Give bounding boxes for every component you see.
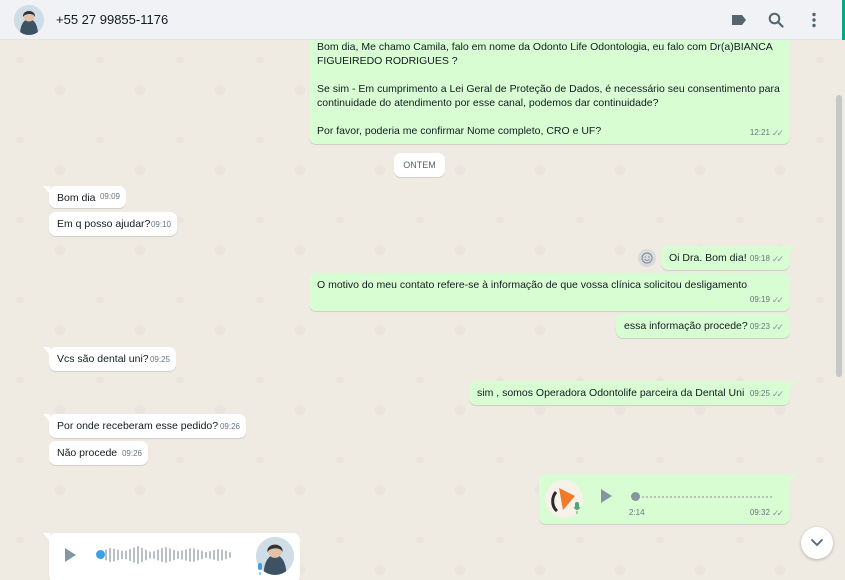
message-in[interactable]: Vcs são dental uni? 09:25 <box>43 347 176 371</box>
contact-name[interactable]: +55 27 99855-1176 <box>56 12 168 27</box>
voice-progress-handle[interactable] <box>96 550 105 559</box>
voice-progress-handle[interactable] <box>631 492 640 501</box>
scroll-to-bottom-button[interactable] <box>801 527 833 559</box>
message-in[interactable]: Bom dia 09:09 <box>43 186 126 208</box>
message-text: Vcs são dental uni? <box>57 353 149 365</box>
message-time: 09:25 <box>149 355 170 364</box>
day-divider: ONTEM <box>394 153 445 177</box>
voice-progress-track[interactable] <box>634 496 774 498</box>
message-time: 09:23 <box>749 322 770 331</box>
message-out[interactable]: Bom dia, Me chamo Camila, falo em nome d… <box>309 40 796 144</box>
message-out[interactable]: sim , somos Operadora Odontolife parceir… <box>469 381 796 405</box>
message-time: 09:18 <box>749 254 770 263</box>
message-time: 09:10 <box>150 220 171 229</box>
label-icon[interactable] <box>729 10 749 30</box>
message-text: Oi Dra. Bom dia! <box>669 252 747 264</box>
message-text: essa informação procede? <box>624 320 748 332</box>
message-text: Por onde receberam esse pedido? <box>57 420 219 432</box>
message-in[interactable]: Por onde receberam esse pedido? 09:26 <box>43 414 246 438</box>
play-button[interactable] <box>601 489 612 503</box>
double-check-icon: ✓✓ <box>771 254 784 264</box>
message-time: 09:09 <box>99 192 120 201</box>
contact-avatar[interactable] <box>14 5 44 35</box>
double-check-icon: ✓✓ <box>771 295 784 305</box>
voice-duration: 2:14 <box>629 508 645 517</box>
play-button[interactable] <box>65 548 76 562</box>
message-text: Bom dia, Me chamo Camila, falo em nome d… <box>317 41 780 137</box>
message-text: Bom dia <box>57 192 96 204</box>
message-time: 12:21 <box>749 128 770 137</box>
message-time: 09:26 <box>121 449 142 458</box>
voice-message-in[interactable] <box>43 533 300 580</box>
smiley-icon <box>641 252 653 264</box>
message-text: O motivo do meu contato refere-se à info… <box>317 279 748 291</box>
double-check-icon: ✓✓ <box>771 128 784 138</box>
menu-icon[interactable] <box>804 10 824 30</box>
chat-scrollbar[interactable] <box>836 95 842 377</box>
message-in[interactable]: Em q posso ajudar? 09:10 <box>49 212 177 236</box>
voice-waveform[interactable] <box>97 546 233 564</box>
message-time: 09:19 <box>749 295 770 304</box>
search-icon[interactable] <box>766 10 786 30</box>
chat-header: +55 27 99855-1176 <box>0 0 845 40</box>
message-time: 09:25 <box>749 389 770 398</box>
avatar-image <box>14 5 44 35</box>
mic-icon <box>573 502 581 518</box>
message-text: sim , somos Operadora Odontolife parceir… <box>477 387 745 399</box>
message-time: 09:26 <box>219 422 240 431</box>
double-check-icon: ✓✓ <box>771 389 784 399</box>
message-out[interactable]: essa informação procede? 09:23 ✓✓ <box>616 314 790 338</box>
message-list[interactable]: Bom dia, Me chamo Camila, falo em nome d… <box>0 40 845 580</box>
message-out[interactable]: Oi Dra. Bom dia! 09:18 ✓✓ <box>661 246 796 270</box>
mic-icon <box>256 563 264 579</box>
chevron-down-icon <box>811 539 823 547</box>
message-text: Não procede <box>57 447 118 459</box>
double-check-icon: ✓✓ <box>771 322 784 332</box>
voice-message-out[interactable]: 2:14 09:32 ✓✓ <box>539 474 796 524</box>
react-emoji-button[interactable] <box>638 249 656 267</box>
message-out[interactable]: O motivo do meu contato refere-se à info… <box>309 273 790 311</box>
message-text: Em q posso ajudar? <box>57 218 151 230</box>
double-check-icon: ✓✓ <box>771 508 784 518</box>
message-in[interactable]: Não procede 09:26 <box>49 441 148 465</box>
message-time: 09:32 <box>749 508 770 517</box>
